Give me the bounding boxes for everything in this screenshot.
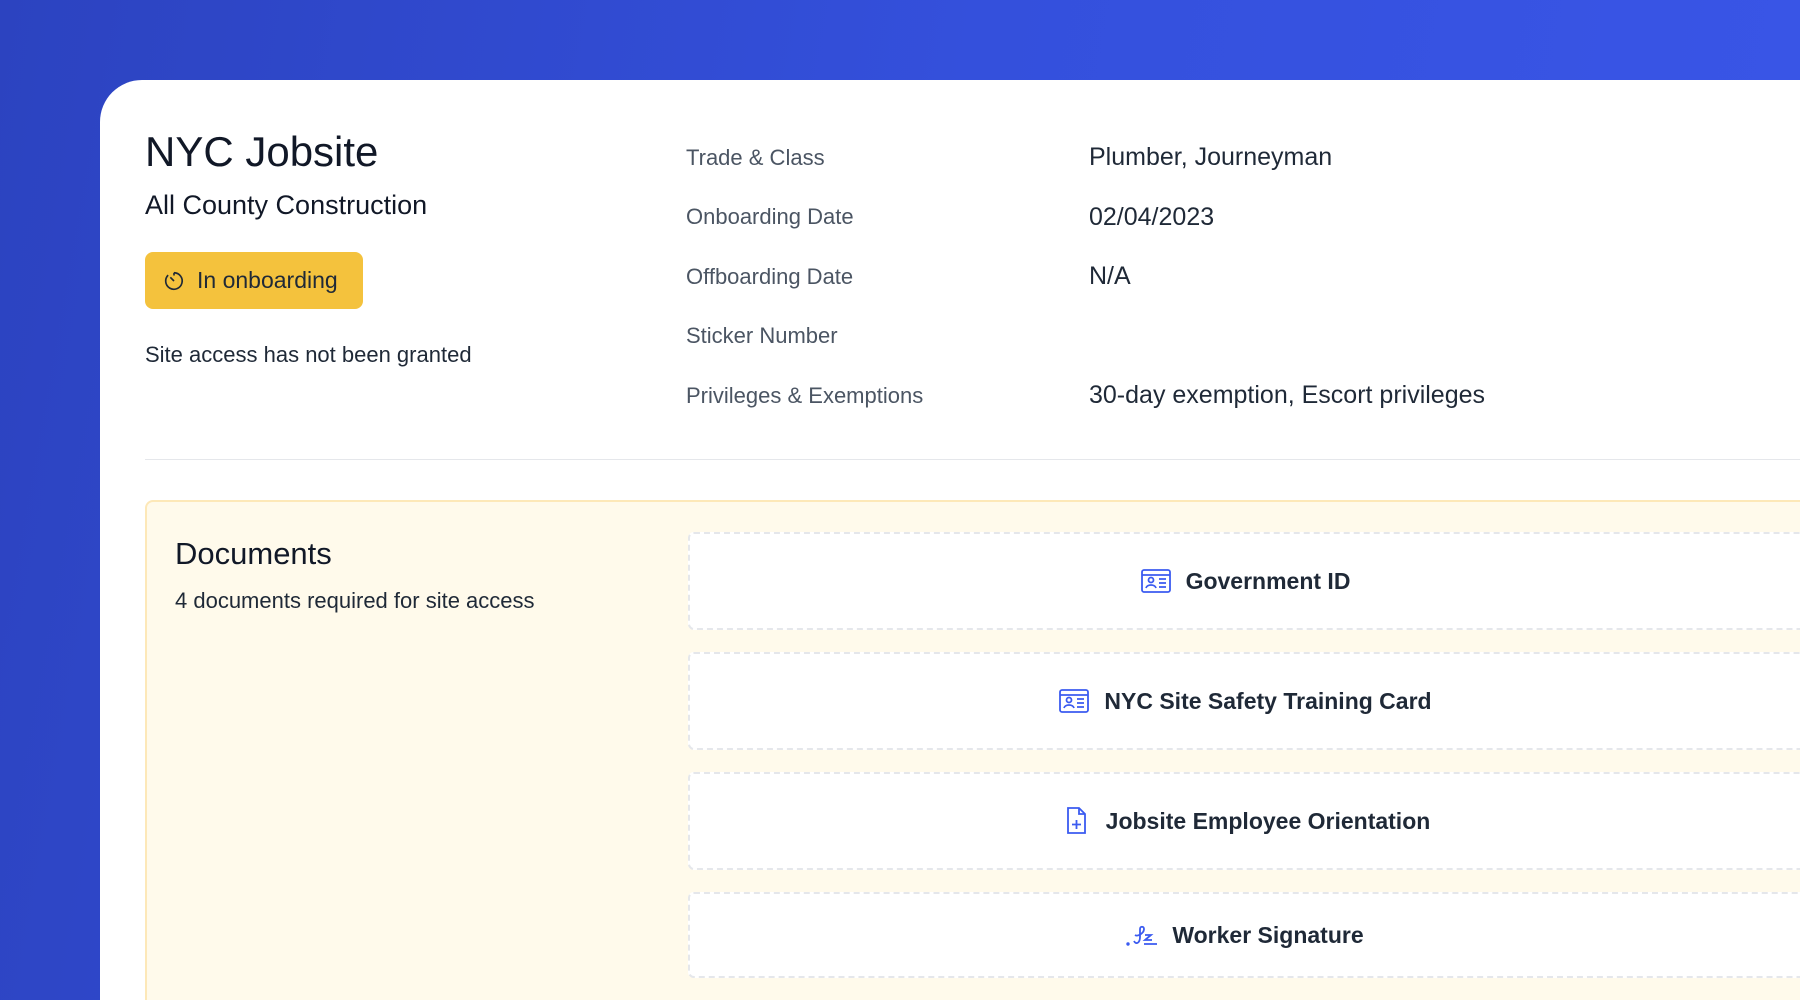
detail-row: Privileges & Exemptions 30-day exemption,… xyxy=(686,366,1485,426)
id-card-icon xyxy=(1140,569,1171,593)
document-worker-signature[interactable]: Worker Signature xyxy=(688,892,1800,978)
page-title: NYC Jobsite xyxy=(145,128,379,175)
documents-title: Documents xyxy=(175,536,332,571)
detail-row: Sticker Number xyxy=(686,307,1485,367)
detail-label: Trade & Class xyxy=(686,144,825,170)
document-label: NYC Site Safety Training Card xyxy=(1104,687,1432,714)
access-note: Site access has not been granted xyxy=(145,342,472,367)
document-label: Government ID xyxy=(1185,567,1351,594)
detail-value: N/A xyxy=(1089,262,1131,291)
document-government-id[interactable]: Government ID xyxy=(688,532,1800,630)
documents-subtitle: 4 documents required for site access xyxy=(175,588,535,613)
document-label: Jobsite Employee Orientation xyxy=(1105,807,1431,834)
status-badge: In onboarding xyxy=(145,252,363,309)
document-site-safety-card[interactable]: NYC Site Safety Training Card xyxy=(688,652,1800,750)
id-card-icon xyxy=(1059,689,1090,713)
company-name: All County Construction xyxy=(145,190,428,220)
detail-row: Offboarding Date N/A xyxy=(686,247,1485,307)
detail-value: 02/04/2023 xyxy=(1089,202,1215,231)
details-list: Trade & Class Plumber, Journeyman Onboard… xyxy=(686,128,1485,426)
jobsite-card: NYC Jobsite All County Construction In o… xyxy=(100,80,1800,1000)
detail-label: Sticker Number xyxy=(686,323,838,349)
detail-value: Plumber, Journeyman xyxy=(1089,143,1333,172)
detail-row: Onboarding Date 02/04/2023 xyxy=(686,188,1485,248)
detail-label: Onboarding Date xyxy=(686,204,854,230)
file-plus-icon xyxy=(1066,807,1086,834)
documents-panel: Documents 4 documents required for site … xyxy=(145,500,1800,1000)
document-orientation[interactable]: Jobsite Employee Orientation xyxy=(688,772,1800,870)
detail-value: 30-day exemption, Escort privileges xyxy=(1089,381,1486,410)
document-label: Worker Signature xyxy=(1172,921,1364,948)
timer-icon xyxy=(164,271,183,290)
detail-label: Offboarding Date xyxy=(686,263,854,289)
signature-icon xyxy=(1126,925,1158,946)
detail-row: Trade & Class Plumber, Journeyman xyxy=(686,128,1485,188)
status-label: In onboarding xyxy=(197,267,338,293)
divider xyxy=(145,459,1800,460)
detail-label: Privileges & Exemptions xyxy=(686,382,924,408)
